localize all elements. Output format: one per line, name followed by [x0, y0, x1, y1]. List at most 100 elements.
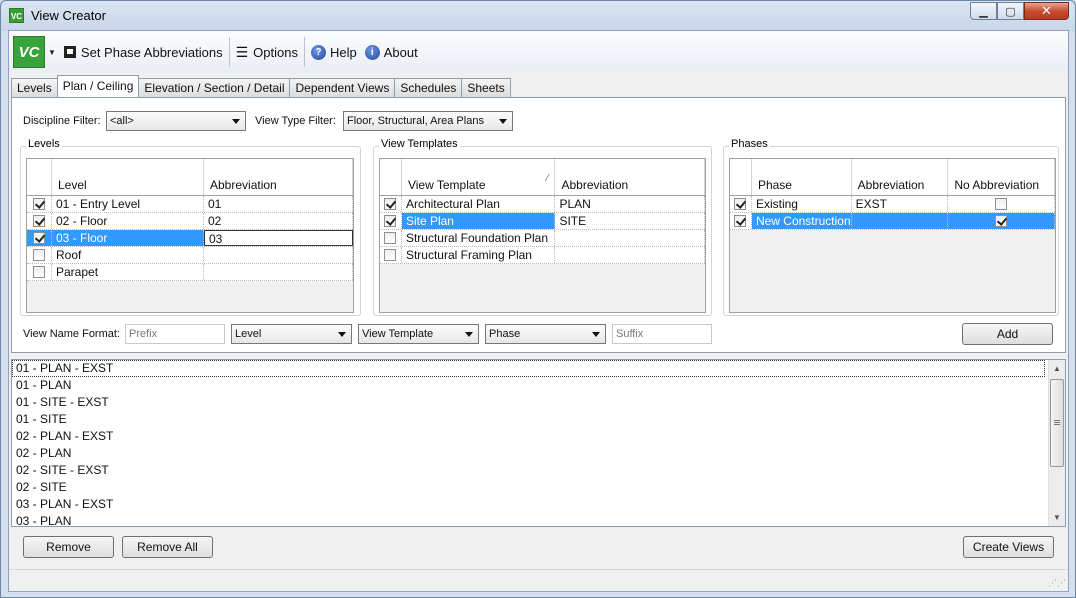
- add-button[interactable]: Add: [962, 323, 1053, 345]
- level-checkbox[interactable]: [33, 232, 45, 244]
- about-label: About: [383, 44, 418, 60]
- list-item[interactable]: 02 - PLAN: [12, 445, 1065, 462]
- table-row[interactable]: Structural Framing Plan: [380, 247, 706, 264]
- template-name-cell[interactable]: Site Plan: [401, 213, 556, 229]
- level-name-cell[interactable]: Parapet: [52, 264, 204, 280]
- tab-schedules[interactable]: Schedules: [394, 78, 463, 97]
- template-checkbox[interactable]: [384, 215, 397, 227]
- view-type-filter-select[interactable]: Floor, Structural, Area Plans: [343, 111, 513, 131]
- discipline-filter-select[interactable]: <all>: [106, 111, 246, 131]
- list-item[interactable]: 02 - PLAN - EXST: [12, 428, 1065, 445]
- tab-elevation-section-detail[interactable]: Elevation / Section / Detail: [138, 78, 291, 97]
- list-item[interactable]: 02 - SITE - EXST: [12, 462, 1065, 479]
- list-item[interactable]: 01 - PLAN: [12, 377, 1065, 394]
- view-template-format-select[interactable]: View Template: [358, 324, 479, 344]
- level-checkbox[interactable]: [33, 266, 45, 278]
- template-abbreviation-cell[interactable]: PLAN: [555, 196, 706, 212]
- remove-button[interactable]: Remove: [23, 536, 114, 558]
- minimize-icon: ▁: [979, 5, 988, 18]
- tab-levels[interactable]: Levels: [11, 78, 58, 97]
- list-item[interactable]: 01 - PLAN - EXST: [12, 360, 1045, 377]
- create-views-button[interactable]: Create Views: [963, 536, 1054, 558]
- scrollbar-thumb[interactable]: [1050, 379, 1064, 467]
- tab-sheets[interactable]: Sheets: [461, 78, 511, 97]
- level-abbreviation-cell[interactable]: 03: [204, 230, 353, 246]
- level-abbreviation-cell[interactable]: 02: [204, 213, 353, 229]
- abbreviation-column-header[interactable]: Abbreviation: [204, 159, 353, 195]
- view-names-list[interactable]: 01 - PLAN - EXST 01 - PLAN 01 - SITE - E…: [11, 359, 1066, 527]
- template-checkbox[interactable]: [384, 198, 397, 210]
- table-row[interactable]: Roof: [27, 247, 353, 264]
- set-phase-abbreviations-button[interactable]: Set Phase Abbreviations: [60, 37, 227, 67]
- help-button[interactable]: ? Help: [307, 37, 361, 67]
- title-bar[interactable]: VC View Creator ▁ ▢ ✕: [1, 1, 1075, 29]
- template-abbreviation-cell[interactable]: [555, 230, 706, 246]
- suffix-input[interactable]: Suffix: [612, 324, 712, 344]
- template-name-cell[interactable]: Structural Framing Plan: [402, 247, 556, 263]
- template-checkbox[interactable]: [384, 232, 397, 244]
- phase-abbreviation-cell[interactable]: EXST: [852, 196, 949, 212]
- prefix-input[interactable]: Prefix: [125, 324, 225, 344]
- phase-column-header[interactable]: Phase: [752, 159, 852, 195]
- levels-group: Levels Level Abbreviation 01 - Entry Lev…: [20, 138, 361, 316]
- table-row[interactable]: Architectural Plan PLAN: [380, 196, 706, 213]
- phase-name-cell[interactable]: New Construction: [751, 213, 852, 229]
- phase-checkbox[interactable]: [734, 215, 747, 227]
- options-button[interactable]: ☰ Options: [232, 37, 302, 67]
- remove-all-button[interactable]: Remove All: [122, 536, 213, 558]
- level-checkbox[interactable]: [33, 215, 45, 227]
- phase-abbreviation-column-header[interactable]: Abbreviation: [852, 159, 949, 195]
- no-abbreviation-checkbox[interactable]: [995, 215, 1008, 227]
- tab-plan-ceiling[interactable]: Plan / Ceiling: [56, 75, 140, 97]
- about-button[interactable]: i About: [361, 37, 422, 67]
- table-row[interactable]: New Construction: [730, 213, 1055, 230]
- level-name-cell[interactable]: Roof: [52, 247, 204, 263]
- scroll-down-icon[interactable]: ▼: [1049, 509, 1065, 526]
- scroll-up-icon[interactable]: ▲: [1049, 360, 1065, 377]
- phase-name-cell[interactable]: Existing: [752, 196, 852, 212]
- level-checkbox[interactable]: [33, 198, 45, 210]
- template-abbreviation-cell[interactable]: SITE: [555, 213, 706, 229]
- level-format-select[interactable]: Level: [231, 324, 352, 344]
- template-name-cell[interactable]: Structural Foundation Plan: [402, 230, 556, 246]
- table-row[interactable]: 02 - Floor 02: [27, 213, 353, 230]
- list-item[interactable]: 03 - PLAN - EXST: [12, 496, 1065, 513]
- level-abbreviation-cell[interactable]: [204, 264, 353, 280]
- template-checkbox[interactable]: [384, 249, 397, 261]
- phase-abbreviation-cell[interactable]: [851, 213, 949, 229]
- template-name-cell[interactable]: Architectural Plan: [402, 196, 556, 212]
- maximize-button[interactable]: ▢: [997, 2, 1024, 20]
- chevron-down-icon[interactable]: ▼: [48, 48, 56, 57]
- level-abbreviation-cell[interactable]: [204, 247, 353, 263]
- table-row[interactable]: Structural Foundation Plan: [380, 230, 706, 247]
- table-row[interactable]: 01 - Entry Level 01: [27, 196, 353, 213]
- close-button[interactable]: ✕: [1024, 2, 1069, 20]
- resize-grip-icon[interactable]: ⋰⋰: [1048, 578, 1066, 589]
- table-row[interactable]: Parapet: [27, 264, 353, 281]
- table-row[interactable]: Site Plan SITE: [380, 213, 706, 230]
- phase-checkbox[interactable]: [734, 198, 747, 210]
- table-row[interactable]: Existing EXST: [730, 196, 1055, 213]
- table-row[interactable]: 03 - Floor 03: [27, 230, 353, 247]
- no-abbreviation-column-header[interactable]: No Abbreviation: [948, 159, 1056, 195]
- tab-dependent-views[interactable]: Dependent Views: [289, 78, 396, 97]
- level-name-cell[interactable]: 02 - Floor: [52, 213, 204, 229]
- level-abbreviation-cell[interactable]: 01: [204, 196, 353, 212]
- vc-logo-button[interactable]: VC: [13, 36, 45, 68]
- level-name-cell[interactable]: 01 - Entry Level: [52, 196, 204, 212]
- level-checkbox[interactable]: [33, 249, 45, 261]
- template-abbreviation-column-header[interactable]: Abbreviation: [555, 159, 705, 195]
- level-column-header[interactable]: Level: [52, 159, 204, 195]
- list-item[interactable]: 02 - SITE: [12, 479, 1065, 496]
- minimize-button[interactable]: ▁: [970, 2, 997, 20]
- phase-format-select[interactable]: Phase: [485, 324, 606, 344]
- level-name-cell[interactable]: 03 - Floor: [52, 230, 204, 246]
- view-template-column-header[interactable]: View Template ⁄: [402, 159, 556, 195]
- no-abbreviation-checkbox[interactable]: [995, 198, 1008, 210]
- list-scrollbar[interactable]: ▲ ▼: [1048, 360, 1065, 526]
- phases-select-column: [730, 159, 752, 195]
- template-abbreviation-cell[interactable]: [555, 247, 706, 263]
- list-item[interactable]: 03 - PLAN: [12, 513, 1065, 526]
- list-item[interactable]: 01 - SITE - EXST: [12, 394, 1065, 411]
- list-item[interactable]: 01 - SITE: [12, 411, 1065, 428]
